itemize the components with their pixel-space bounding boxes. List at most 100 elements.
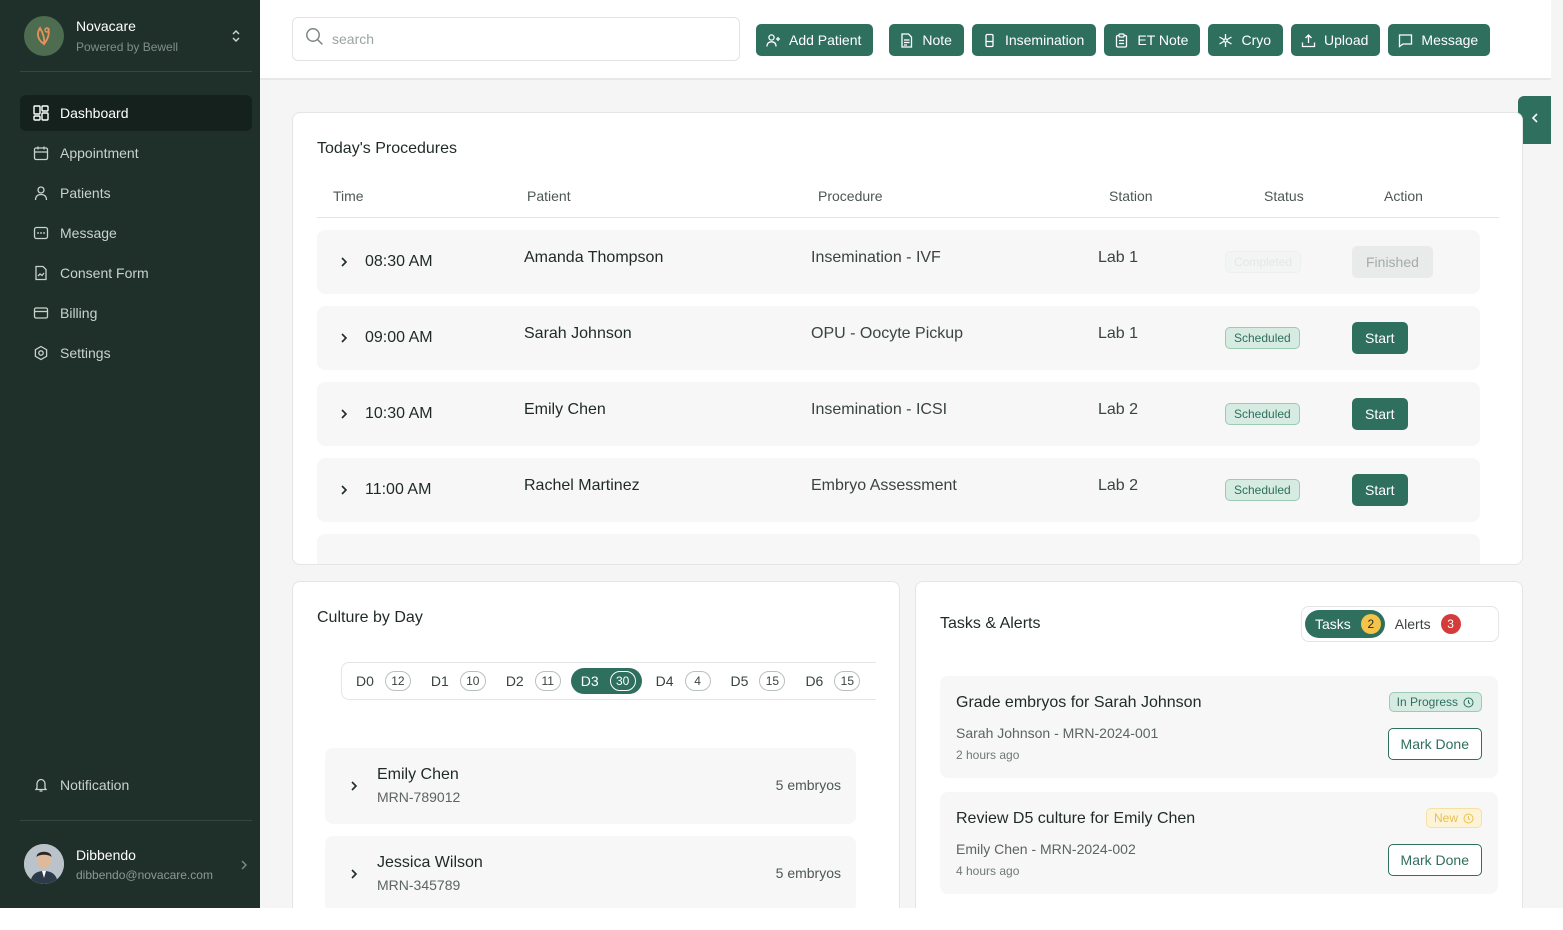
table-row[interactable]: 10:30 AM Emily Chen Insemination - ICSI … xyxy=(317,382,1480,446)
status-badge: New xyxy=(1425,808,1482,828)
add-patient-button[interactable]: Add Patient xyxy=(756,24,874,56)
table-row[interactable]: 08:30 AM Amanda Thompson Insemination - … xyxy=(317,230,1480,294)
status-badge: Scheduled xyxy=(1225,479,1300,501)
culture-patient-mrn: MRN-789012 xyxy=(377,789,461,805)
day-label: D0 xyxy=(356,673,374,689)
list-item[interactable]: Jessica Wilson MRN-345789 5 embryos xyxy=(325,836,856,908)
day-label: D2 xyxy=(505,673,524,689)
tasks-title: Tasks & Alerts xyxy=(940,615,1041,632)
sidebar-item-settings[interactable]: Settings xyxy=(20,335,252,371)
insemination-button[interactable]: Insemination xyxy=(971,24,1097,56)
app-root: Novacare Powered by Bewell Dashboard App… xyxy=(0,0,1563,908)
bell-icon xyxy=(33,777,49,793)
table-row[interactable]: 11:00 AM Rachel Martinez Embryo Assessme… xyxy=(317,458,1480,522)
add-patient-label: Add Patient xyxy=(789,32,862,48)
clipboard-icon xyxy=(1114,32,1129,48)
tab-d0[interactable]: D0 12 xyxy=(346,668,417,694)
day-tabs: D0 12 D1 10 D2 11 D3 30 D4 4 D5 15 D6 15 xyxy=(341,662,876,700)
chevron-right-icon[interactable] xyxy=(349,779,359,793)
tab-alerts-label: Alerts xyxy=(1394,616,1431,632)
upload-icon xyxy=(1301,33,1316,48)
tab-d6[interactable]: D6 15 xyxy=(795,668,866,694)
day-label: D3 xyxy=(580,673,599,689)
column-header-action: Action xyxy=(1384,188,1423,204)
day-count: 30 xyxy=(609,671,636,691)
procedure-station: Lab 2 xyxy=(1098,401,1139,418)
chevron-right-icon[interactable] xyxy=(240,858,248,870)
table-row[interactable]: 09:00 AM Sarah Johnson OPU - Oocyte Pick… xyxy=(317,306,1480,370)
chevron-right-icon[interactable] xyxy=(339,483,349,497)
start-button[interactable]: Start xyxy=(1352,474,1408,506)
start-button[interactable]: Start xyxy=(1352,322,1408,354)
tasks-card: Tasks & Alerts Tasks 2 Alerts 3 Grade embr… xyxy=(915,581,1523,908)
user-email: dibbendo@novacare.com xyxy=(76,867,213,882)
mark-done-button[interactable]: Mark Done xyxy=(1387,728,1482,760)
procedure-patient: Amanda Thompson xyxy=(524,249,664,266)
sidebar-item-dashboard[interactable]: Dashboard xyxy=(20,95,252,131)
tab-d2[interactable]: D2 11 xyxy=(496,668,567,694)
sidebar-item-message[interactable]: Message xyxy=(20,215,252,251)
insemination-label: Insemination xyxy=(1004,32,1085,48)
day-count: 15 xyxy=(834,671,861,691)
task-title: Review D5 culture for Emily Chen xyxy=(956,810,1196,827)
chevron-right-icon[interactable] xyxy=(339,255,349,269)
chat-icon xyxy=(1398,33,1413,48)
embryo-count: 5 embryos xyxy=(775,865,841,881)
et-note-button[interactable]: ET Note xyxy=(1104,24,1201,56)
day-count: 12 xyxy=(384,671,411,691)
start-button[interactable]: Start xyxy=(1352,398,1408,430)
note-button[interactable]: Note xyxy=(889,24,964,56)
user-profile[interactable]: Dibbendo dibbendo@novacare.com xyxy=(24,843,252,885)
message-button[interactable]: Message xyxy=(1388,24,1491,56)
status-badge: In Progress xyxy=(1388,692,1482,712)
chevron-right-icon[interactable] xyxy=(339,331,349,345)
tab-d3[interactable]: D3 30 xyxy=(570,668,642,694)
sidebar-item-patients[interactable]: Patients xyxy=(20,175,252,211)
sidebar-divider xyxy=(20,820,252,821)
chevron-right-icon[interactable] xyxy=(349,867,359,881)
column-header-station: Station xyxy=(1109,188,1153,204)
sidebar-item-consent-form[interactable]: Consent Form xyxy=(20,255,252,291)
sidebar-item-notification[interactable]: Notification xyxy=(20,767,252,803)
avatar xyxy=(24,844,64,884)
list-item[interactable]: Emily Chen MRN-789012 5 embryos xyxy=(325,748,856,824)
snowflake-icon xyxy=(1218,33,1233,48)
finished-button[interactable]: Finished xyxy=(1352,246,1433,278)
status-badge-label: New xyxy=(1433,811,1458,825)
procedure-name: Embryo Assessment xyxy=(811,477,957,494)
calendar-icon xyxy=(33,145,49,161)
mark-done-button[interactable]: Mark Done xyxy=(1387,844,1482,876)
brand-name: Novacare xyxy=(76,18,136,34)
sidebar-item-billing[interactable]: Billing xyxy=(20,295,252,331)
procedure-patient: Sarah Johnson xyxy=(524,325,632,342)
chevron-up-down-icon[interactable] xyxy=(230,28,242,44)
status-badge: Scheduled xyxy=(1225,403,1300,425)
day-label: D4 xyxy=(655,673,674,689)
culture-patient-name: Jessica Wilson xyxy=(377,854,483,871)
sidebar-item-label: Message xyxy=(60,225,117,241)
column-header-status: Status xyxy=(1264,188,1304,204)
status-badge-label: In Progress xyxy=(1396,695,1458,709)
task-subtitle: Sarah Johnson - MRN-2024-001 xyxy=(956,725,1159,741)
chevron-right-icon[interactable] xyxy=(339,407,349,421)
day-count: 15 xyxy=(759,671,786,691)
tab-tasks-label: Tasks xyxy=(1315,616,1351,632)
upload-button[interactable]: Upload xyxy=(1291,24,1381,56)
tab-d1[interactable]: D1 10 xyxy=(421,668,492,694)
task-item: Review D5 culture for Emily Chen Emily C… xyxy=(940,792,1498,894)
search-box[interactable] xyxy=(292,17,740,61)
day-label: D6 xyxy=(805,673,824,689)
tab-tasks[interactable]: Tasks 2 xyxy=(1305,610,1385,638)
brand-switcher[interactable]: Novacare Powered by Bewell xyxy=(24,16,252,56)
tab-alerts[interactable]: Alerts 3 xyxy=(1385,610,1465,638)
tab-d5[interactable]: D5 15 xyxy=(721,668,792,694)
cryo-button[interactable]: Cryo xyxy=(1208,24,1284,56)
tab-d4[interactable]: D4 4 xyxy=(646,668,717,694)
sidebar-item-label: Billing xyxy=(60,305,98,321)
procedure-name: OPU - Oocyte Pickup xyxy=(811,325,964,342)
table-row[interactable] xyxy=(317,534,1480,564)
sidebar-item-label: Patients xyxy=(60,185,111,201)
procedure-name: Insemination - ICSI xyxy=(811,401,948,418)
search-input[interactable] xyxy=(332,31,712,47)
sidebar-item-appointment[interactable]: Appointment xyxy=(20,135,252,171)
